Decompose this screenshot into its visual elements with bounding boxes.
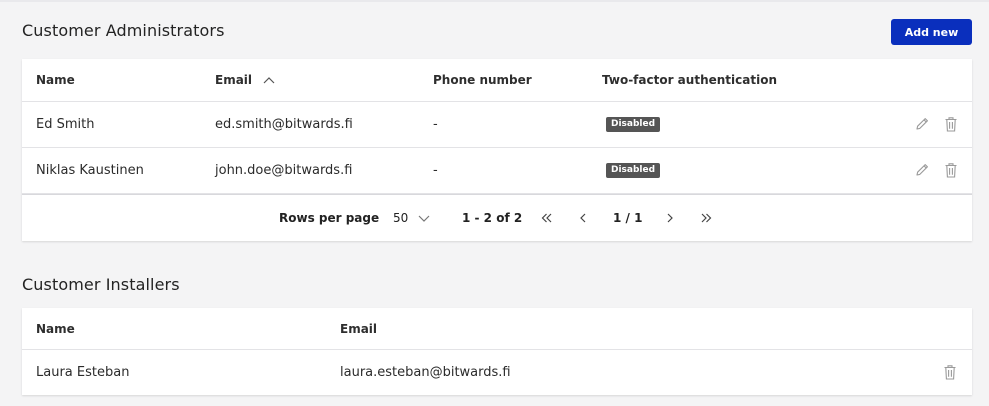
- column-header-name[interactable]: Name: [36, 308, 75, 349]
- admin-email: ed.smith@bitwards.fi: [215, 117, 353, 132]
- pencil-icon[interactable]: [913, 161, 931, 179]
- trash-icon[interactable]: [942, 115, 960, 133]
- pencil-icon[interactable]: [913, 115, 931, 133]
- installer-name: Laura Esteban: [36, 365, 130, 380]
- table-row: Laura Esteban laura.esteban@bitwards.fi: [22, 350, 972, 395]
- trash-icon[interactable]: [942, 161, 960, 179]
- column-header-email[interactable]: Email: [340, 308, 377, 349]
- rows-per-page-select[interactable]: 50: [393, 195, 431, 241]
- admin-name: Niklas Kaustinen: [36, 163, 144, 178]
- column-header-email[interactable]: Email: [215, 59, 276, 101]
- page-indicator: 1 / 1: [613, 211, 643, 225]
- admins-section-title: Customer Administrators: [22, 21, 225, 40]
- chevron-left-icon[interactable]: [578, 195, 588, 241]
- chevron-up-icon: [263, 77, 275, 84]
- installers-section-title: Customer Installers: [22, 275, 180, 294]
- installers-table-card: Name Email Laura Esteban laura.esteban@b…: [22, 308, 972, 395]
- rows-per-page-label: Rows per page: [279, 211, 380, 225]
- admin-phone: -: [433, 117, 438, 132]
- table-row: Ed Smith ed.smith@bitwards.fi - Disabled: [22, 102, 972, 148]
- status-badge: Disabled: [606, 163, 661, 178]
- column-header-email-label: Email: [215, 73, 253, 87]
- column-header-two-factor[interactable]: Two-factor authentication: [602, 59, 777, 101]
- add-new-button[interactable]: Add new: [891, 19, 972, 45]
- pagination-range: 1 - 2 of 2: [462, 211, 523, 225]
- status-badge: Disabled: [606, 117, 661, 132]
- double-chevron-right-icon[interactable]: [699, 195, 713, 241]
- chevron-right-icon[interactable]: [665, 195, 675, 241]
- column-header-phone[interactable]: Phone number: [433, 59, 532, 101]
- installer-email: laura.esteban@bitwards.fi: [340, 365, 511, 380]
- admins-table-header: Name Email Phone number Two-factor authe…: [22, 59, 972, 102]
- pagination-bar: Rows per page 50 1 - 2 of 2 1 / 1: [22, 194, 972, 241]
- trash-icon[interactable]: [941, 363, 959, 381]
- admin-email: john.doe@bitwards.fi: [215, 163, 353, 178]
- table-row: Niklas Kaustinen john.doe@bitwards.fi - …: [22, 148, 972, 194]
- admins-table-card: Name Email Phone number Two-factor authe…: [22, 59, 972, 241]
- admin-name: Ed Smith: [36, 117, 95, 132]
- rows-per-page-value: 50: [393, 211, 409, 225]
- chevron-down-icon: [418, 215, 430, 222]
- installers-table-header: Name Email: [22, 308, 972, 350]
- double-chevron-left-icon[interactable]: [540, 195, 554, 241]
- column-header-name[interactable]: Name: [36, 59, 75, 101]
- admin-phone: -: [433, 163, 438, 178]
- top-divider: [0, 0, 989, 2]
